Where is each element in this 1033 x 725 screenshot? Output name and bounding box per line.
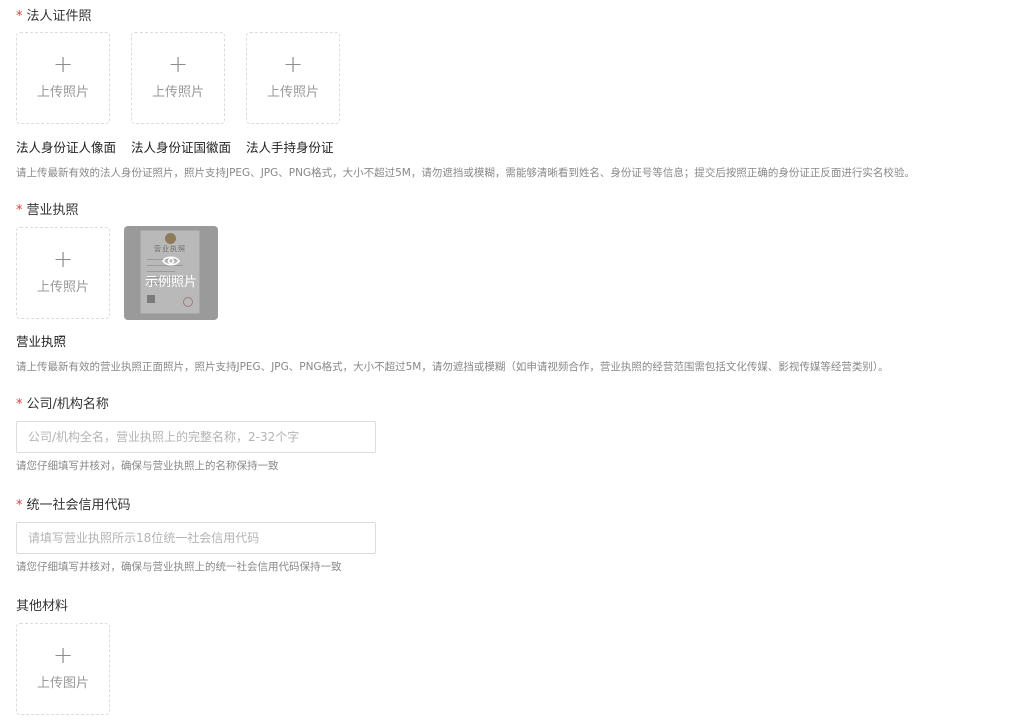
upload-legal-id-front[interactable]: + 上传照片 [16,32,110,124]
eye-icon [162,256,180,266]
upload-business-license[interactable]: + 上传照片 [16,227,110,319]
caption-legal-id-handheld: 法人手持身份证 [246,140,334,155]
legal-id-section-title: * 法人证件照 [16,9,92,24]
upload-label: 上传图片 [36,676,89,691]
company-name-section-title: * 公司/机构名称 [16,397,109,412]
example-photo[interactable]: 营业执照 示例照片 [124,226,218,320]
required-mark: * [16,9,23,24]
upload-other-materials[interactable]: + 上传图片 [16,623,110,715]
credit-code-input[interactable] [16,522,376,554]
plus-icon: + [282,50,304,78]
license-doc-title: 营业执照 [154,245,186,253]
business-license-section-title: * 营业执照 [16,203,79,218]
upload-label: 上传照片 [151,85,204,100]
plus-icon: + [52,641,74,669]
required-mark: * [16,203,23,218]
credit-code-hint: 请您仔细填写并核对，确保与营业执照上的统一社会信用代码保持一致 [16,561,342,573]
upload-label: 上传照片 [266,85,319,100]
company-name-input[interactable] [16,421,376,453]
caption-business-license: 营业执照 [16,334,67,349]
seal-icon [183,297,193,307]
plus-icon: + [167,50,189,78]
qr-code-icon [147,295,155,303]
emblem-icon [165,233,176,244]
required-mark: * [16,397,23,412]
upload-legal-id-handheld[interactable]: + 上传照片 [246,32,340,124]
plus-icon: + [52,50,74,78]
caption-legal-id-back: 法人身份证国徽面 [131,140,232,155]
legal-id-hint: 请上传最新有效的法人身份证照片，照片支持JPEG、JPG、PNG格式，大小不超过… [16,167,915,179]
credit-code-section-title: * 统一社会信用代码 [16,498,131,513]
upload-label: 上传照片 [36,280,89,295]
example-photo-label: 示例照片 [144,275,197,290]
upload-legal-id-back[interactable]: + 上传照片 [131,32,225,124]
plus-icon: + [52,245,74,273]
caption-legal-id-front: 法人身份证人像面 [16,140,117,155]
other-materials-section-title: 其他材料 [16,599,69,614]
license-thumbnail: 营业执照 [140,230,200,314]
upload-label: 上传照片 [36,85,89,100]
company-name-hint: 请您仔细填写并核对，确保与营业执照上的名称保持一致 [16,460,279,472]
required-mark: * [16,498,23,513]
business-license-hint: 请上传最新有效的营业执照正面照片，照片支持JPEG、JPG、PNG格式，大小不超… [16,361,889,373]
